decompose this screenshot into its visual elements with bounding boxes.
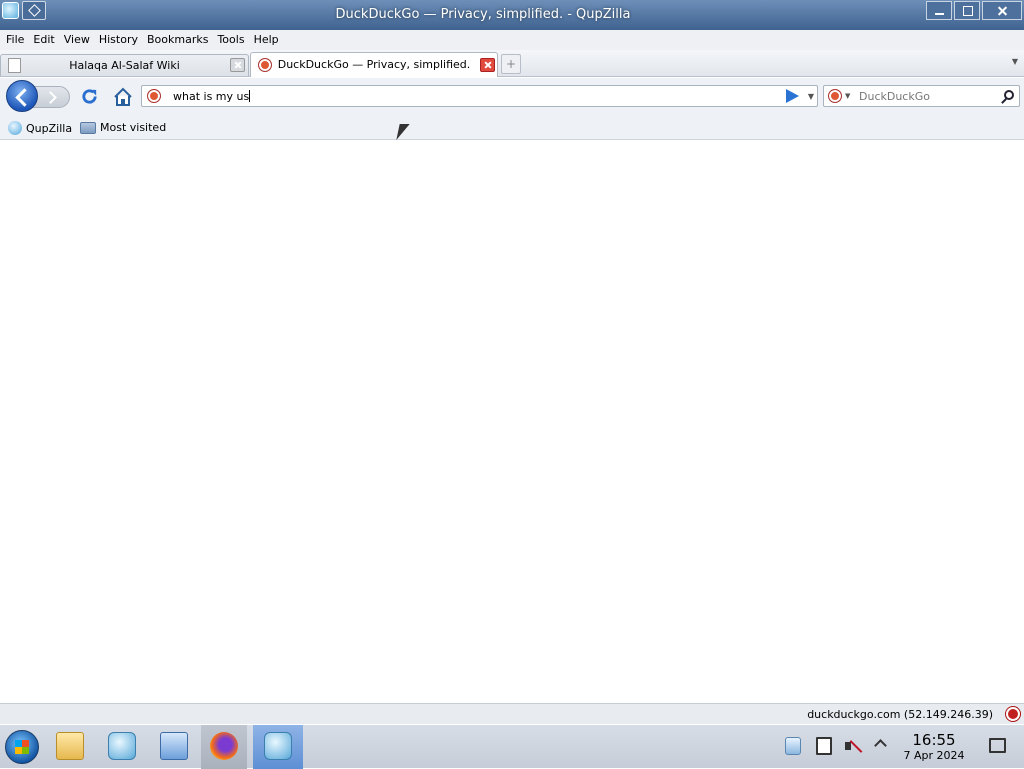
bookmark-label: Most visited [100, 121, 167, 134]
go-arrow-icon[interactable] [786, 89, 799, 103]
navigation-toolbar: what is my us ▼ ▼ DuckDuckGo [0, 78, 1024, 116]
clock[interactable]: 16:55 7 Apr 2024 [898, 731, 970, 763]
qupzilla-icon [264, 732, 292, 760]
adblock-icon[interactable] [1006, 707, 1020, 721]
menu-bookmarks[interactable]: Bookmarks [143, 30, 213, 50]
bookmark-most-visited[interactable]: Most visited [80, 121, 166, 134]
back-button[interactable] [6, 80, 38, 112]
site-icon [147, 89, 161, 103]
search-engine-dropdown-icon[interactable]: ▼ [845, 92, 850, 100]
window-title: DuckDuckGo — Privacy, simplified. - QupZ… [335, 7, 631, 22]
tab-label: Halaqa Al-Salaf Wiki [69, 59, 180, 72]
start-menu-button[interactable] [5, 730, 39, 764]
taskbar-qupzilla-window[interactable] [253, 725, 303, 769]
qupzilla-icon [108, 732, 136, 760]
search-bar[interactable]: ▼ DuckDuckGo [823, 85, 1020, 107]
taskbar-firefox[interactable] [201, 725, 247, 769]
clock-date: 7 Apr 2024 [903, 749, 965, 762]
tab-list-dropdown-icon[interactable]: ▼ [1012, 57, 1018, 66]
window-titlebar[interactable]: DuckDuckGo — Privacy, simplified. - QupZ… [0, 0, 1024, 30]
page-content[interactable] [0, 140, 1024, 703]
url-history-dropdown-icon[interactable]: ▼ [808, 92, 814, 101]
folder-icon [56, 732, 84, 760]
url-input[interactable]: what is my us [173, 90, 249, 103]
close-tab-icon[interactable] [480, 58, 495, 72]
tab-label: DuckDuckGo — Privacy, simplified. [277, 58, 471, 71]
search-input[interactable]: DuckDuckGo [859, 90, 930, 103]
qupzilla-icon [8, 121, 22, 135]
home-icon[interactable] [113, 87, 133, 106]
firefox-icon [210, 732, 238, 760]
minimize-button[interactable] [926, 1, 952, 20]
menu-file[interactable]: File [2, 30, 29, 50]
menu-history[interactable]: History [95, 30, 143, 50]
bookmark-qupzilla[interactable]: QupZilla [8, 121, 72, 135]
maximize-button[interactable] [954, 1, 980, 20]
close-tab-icon[interactable] [230, 58, 245, 72]
search-icon[interactable] [1004, 90, 1014, 100]
menu-tools[interactable]: Tools [213, 30, 249, 50]
folder-icon [80, 121, 96, 134]
taskbar: 16:55 7 Apr 2024 [0, 724, 1024, 769]
settings-icon [160, 732, 188, 760]
show-desktop-icon[interactable] [989, 738, 1006, 753]
tab-duckduckgo[interactable]: DuckDuckGo — Privacy, simplified. [250, 52, 498, 77]
text-caret [249, 90, 251, 102]
clock-time: 16:55 [912, 731, 956, 749]
new-tab-button[interactable]: + [501, 54, 521, 74]
status-bar: duckduckgo.com (52.149.246.39) [0, 703, 1024, 724]
menu-help[interactable]: Help [250, 30, 284, 50]
bookmark-label: QupZilla [26, 121, 73, 135]
taskbar-qupzilla[interactable] [99, 725, 145, 769]
reload-icon[interactable] [80, 87, 99, 106]
tray-expand-icon[interactable] [874, 739, 887, 752]
menu-bar: File Edit View History Bookmarks Tools H… [0, 30, 1024, 50]
menu-edit[interactable]: Edit [29, 30, 59, 50]
volume-muted-icon[interactable] [845, 737, 863, 755]
clipboard-icon[interactable] [816, 737, 832, 755]
notifications-tray-icon[interactable] [785, 737, 801, 755]
taskbar-system-settings[interactable] [151, 725, 197, 769]
close-window-button[interactable] [982, 1, 1022, 20]
search-engine-icon[interactable] [828, 89, 842, 103]
tab-bar: Halaqa Al-Salaf Wiki DuckDuckGo — Privac… [0, 50, 1024, 77]
bookmarks-toolbar: QupZilla Most visited [0, 116, 1024, 140]
tab-halaqa-wiki[interactable]: Halaqa Al-Salaf Wiki [0, 54, 249, 76]
menu-view[interactable]: View [60, 30, 95, 50]
url-bar[interactable]: what is my us ▼ [141, 85, 818, 107]
status-text: duckduckgo.com (52.149.246.39) [807, 708, 993, 721]
taskbar-file-manager[interactable] [47, 725, 93, 769]
